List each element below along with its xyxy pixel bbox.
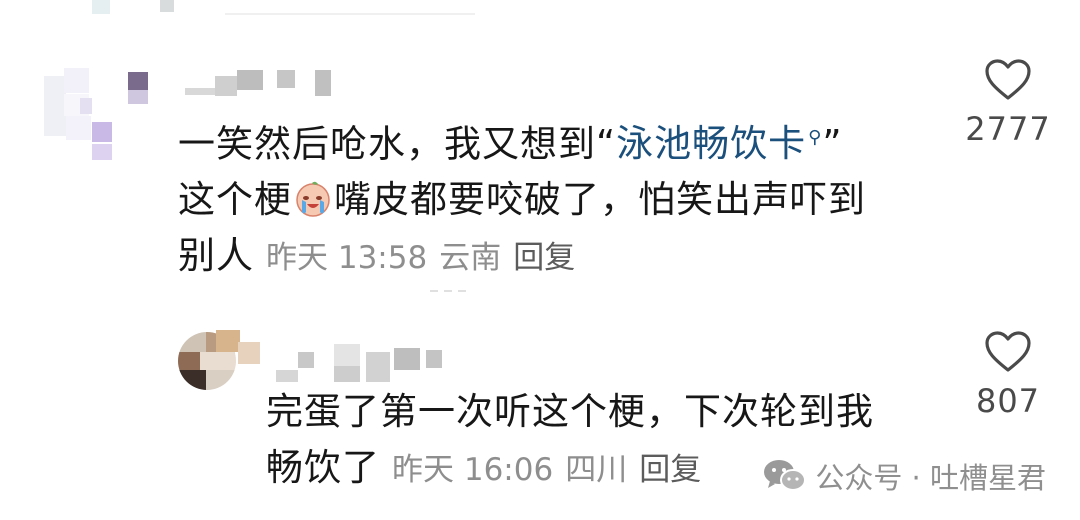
like-count: 807 [975, 382, 1041, 420]
watermark: 公众号 · 吐槽星君 [763, 453, 1046, 499]
avatar-badge [238, 342, 260, 364]
username-pixelated[interactable] [276, 344, 466, 386]
comment-meta: 昨天 16:06 四川 回复 [392, 452, 713, 488]
watermark-text: 公众号 · 吐槽星君 [815, 461, 1046, 495]
timestamp: 昨天 16:06 [392, 452, 554, 488]
location: 四川 [565, 452, 628, 488]
heart-outline-icon [985, 331, 1031, 372]
reply-button[interactable]: 回复 [639, 452, 701, 488]
like-button[interactable]: 807 [948, 330, 1068, 420]
avatar-badge [216, 330, 240, 352]
wechat-icon [764, 460, 807, 491]
comment-2-reply: 完蛋了第一次听这个梗，下次轮到我 畅饮了 昨天 16:06 四川 回复 807 [0, 0, 1080, 520]
